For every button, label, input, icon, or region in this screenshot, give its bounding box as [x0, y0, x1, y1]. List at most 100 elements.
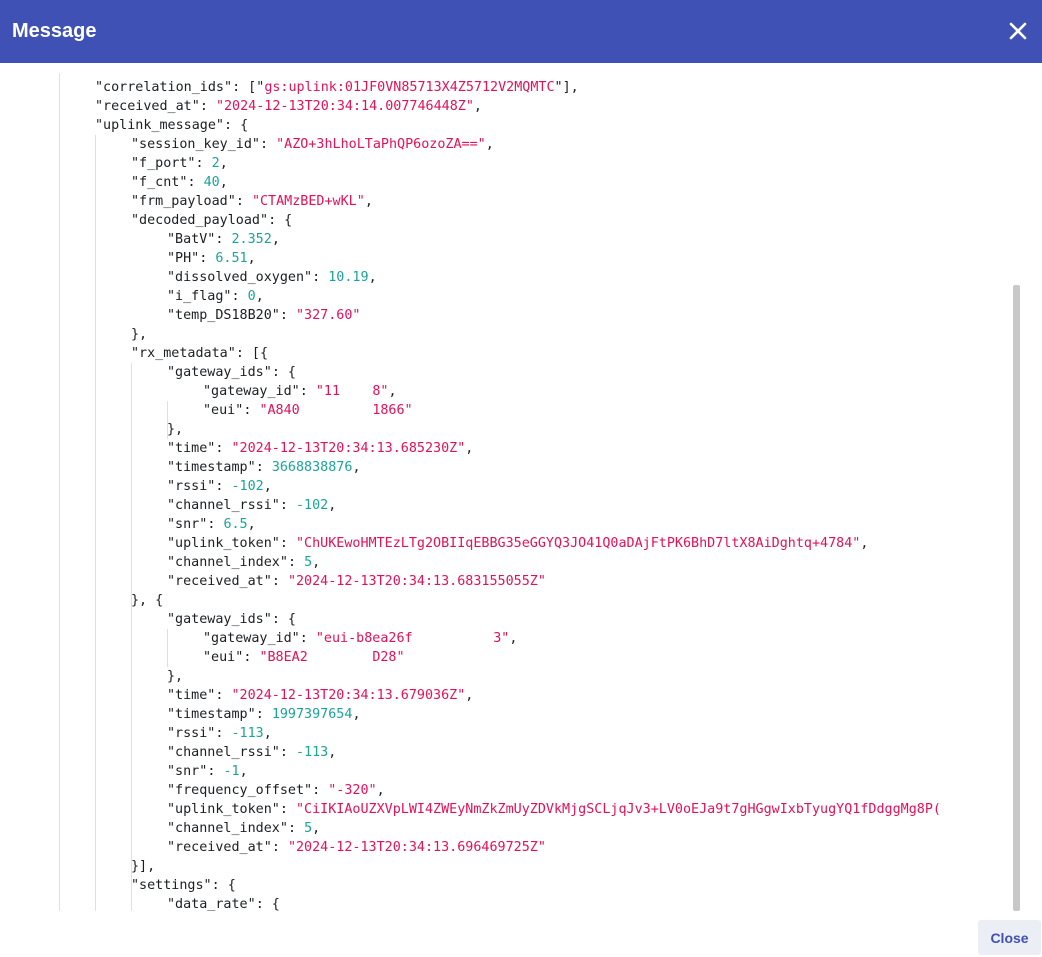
json-string: "327.60" — [296, 308, 361, 323]
json-line: "data_rate": { — [0, 895, 941, 911]
json-line: "snr": 6.5, — [0, 515, 941, 534]
json-line: "channel_index": 5, — [0, 553, 941, 572]
json-line: "rssi": -113, — [0, 724, 941, 743]
json-key: "channel_rssi" — [167, 745, 280, 760]
json-string: "2024-12-13T20:34:14.007746448Z" — [215, 99, 474, 114]
json-punct: , — [219, 175, 228, 190]
json-line: "rssi": -102, — [0, 477, 941, 496]
message-json-viewer[interactable]: "correlation_ids": ["gs:uplink:01JF0VN85… — [0, 63, 1042, 911]
json-number: 6.5 — [223, 517, 248, 532]
json-punct: : — [255, 707, 272, 722]
json-number: 5 — [304, 555, 313, 570]
json-punct: : — [279, 745, 296, 760]
json-punct: , — [352, 460, 361, 475]
json-string: "ChUKEwoHMTEzLTg2OBIIqEBBG35eGGYQ3JO41Q0… — [296, 536, 861, 551]
json-line: "dissolved_oxygen": 10.19, — [0, 268, 941, 287]
json-line: "gateway_id": "11 8", — [0, 382, 941, 401]
json-number: 5 — [304, 821, 313, 836]
json-punct: }, { — [131, 593, 164, 608]
json-key: "settings" — [131, 878, 212, 893]
json-punct: : { — [271, 365, 296, 380]
json-punct: : — [215, 441, 232, 456]
json-punct: : — [287, 555, 305, 570]
json-line: "correlation_ids": ["gs:uplink:01JF0VN85… — [0, 78, 941, 97]
json-string: "A840 — [259, 403, 300, 418]
json-punct: , — [239, 764, 248, 779]
close-icon[interactable] — [1006, 19, 1030, 43]
dialog-title: Message — [12, 20, 97, 42]
json-punct: , — [485, 137, 494, 152]
close-button[interactable]: Close — [978, 920, 1041, 955]
json-line: "received_at": "2024-12-13T20:34:13.6831… — [0, 572, 941, 591]
json-punct: : { — [268, 213, 293, 228]
json-punct: , — [328, 498, 337, 513]
json-punct: : — [187, 175, 204, 190]
json-line: "rx_metadata": [{ — [0, 344, 941, 363]
json-punct: , — [509, 631, 518, 646]
json-key: "rssi" — [167, 479, 216, 494]
json-string: "2024-12-13T20:34:13.685230Z" — [231, 441, 466, 456]
json-line: "snr": -1, — [0, 762, 941, 781]
json-line: "frequency_offset": "-320", — [0, 781, 941, 800]
json-number: 10.19 — [328, 270, 369, 285]
json-punct: : — [207, 764, 224, 779]
json-line: "channel_rssi": -113, — [0, 743, 941, 762]
json-key: "channel_rssi" — [167, 498, 280, 513]
json-key: "uplink_token" — [167, 536, 280, 551]
json-punct: : — [279, 308, 296, 323]
json-punct: : — [271, 840, 288, 855]
json-punct: : { — [224, 118, 249, 133]
json-string: 8" — [372, 384, 389, 399]
json-line: "decoded_payload": { — [0, 211, 941, 230]
json-key: "time" — [167, 441, 216, 456]
json-line: "timestamp": 3668838876, — [0, 458, 941, 477]
json-punct: , — [255, 289, 264, 304]
json-line: "gateway_ids": { — [0, 363, 941, 382]
json-key: "received_at" — [167, 574, 272, 589]
json-line: "temp_DS18B20": "327.60" — [0, 306, 941, 325]
json-code-block: "correlation_ids": ["gs:uplink:01JF0VN85… — [0, 78, 941, 911]
json-punct: : — [312, 270, 329, 285]
json-punct: : — [279, 498, 296, 513]
json-number: 1997397654 — [271, 707, 353, 722]
json-number: 3668838876 — [271, 460, 353, 475]
json-punct: : — [255, 460, 272, 475]
json-key: "timestamp" — [167, 460, 256, 475]
json-key: "snr" — [167, 517, 208, 532]
json-punct: : — [299, 384, 316, 399]
json-line: "received_at": "2024-12-13T20:34:14.0077… — [0, 97, 941, 116]
json-key: "rx_metadata" — [131, 346, 236, 361]
json-line: "eui": "A840 1866" — [0, 401, 941, 420]
json-line: "uplink_token": "CiIKIAoUZXVpLWI4ZWEyNmZ… — [0, 800, 941, 819]
json-punct: : — [312, 783, 329, 798]
json-key: "temp_DS18B20" — [167, 308, 280, 323]
json-punct: : — [279, 536, 296, 551]
json-string: "CTAMzBED+wKL" — [251, 194, 365, 209]
json-punct: : — [215, 726, 232, 741]
json-line: "settings": { — [0, 876, 941, 895]
json-punct: : — [243, 403, 260, 418]
json-punct: , — [364, 194, 373, 209]
json-punct: , — [271, 232, 280, 247]
json-punct: : — [299, 631, 316, 646]
json-key: "uplink_token" — [167, 802, 280, 817]
json-punct: : { — [271, 612, 296, 627]
json-number: -102 — [296, 498, 329, 513]
json-punct: : — [215, 232, 232, 247]
json-key: "gateway_ids" — [167, 365, 272, 380]
json-line: "uplink_token": "ChUKEwoHMTEzLTg2OBIIqEB… — [0, 534, 941, 553]
json-key: "data_rate" — [167, 897, 256, 911]
json-line: }], — [0, 857, 941, 876]
json-punct: : — [195, 156, 212, 171]
json-number: 40 — [203, 175, 220, 190]
json-punct: : — [235, 194, 252, 209]
json-key: "received_at" — [95, 99, 200, 114]
json-key: "f_cnt" — [131, 175, 188, 190]
json-punct: , — [312, 821, 321, 836]
json-key: "f_port" — [131, 156, 196, 171]
json-key: "gateway_id" — [203, 384, 300, 399]
vertical-scrollbar[interactable] — [1013, 285, 1020, 911]
json-key: "gateway_ids" — [167, 612, 272, 627]
json-key: "eui" — [203, 403, 244, 418]
json-punct: , — [247, 517, 256, 532]
